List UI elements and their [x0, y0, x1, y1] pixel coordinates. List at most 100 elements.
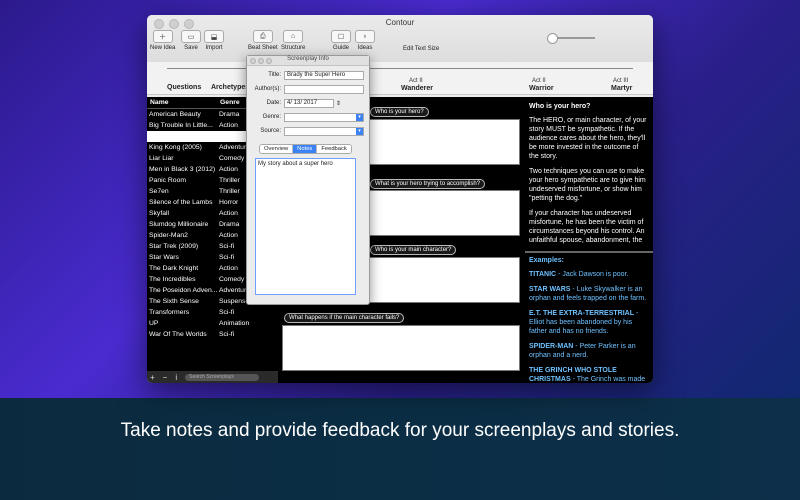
date-label: Date: [266, 100, 281, 106]
question-hero[interactable]: Who is your hero? [370, 107, 429, 117]
list-item[interactable]: UP Animation [147, 318, 278, 329]
beat-sheet-label: Beat Sheet [248, 45, 278, 51]
screenplay-name: Transformers [149, 309, 190, 316]
questions-label[interactable]: Questions [167, 84, 201, 91]
source-select[interactable]: ▾ [284, 126, 364, 136]
text-size-label: Edit Text Size [403, 46, 440, 52]
panel-minimize-button[interactable] [258, 58, 264, 64]
structure-icon: ⌂ [283, 30, 304, 43]
date-stepper-icon[interactable]: ⇕ [336, 100, 341, 107]
guide-paragraph: Two techniques you can use to make your … [529, 168, 646, 202]
tab-notes[interactable]: Notes [293, 145, 318, 153]
wanderer-label[interactable]: Wanderer [401, 85, 433, 92]
act-label: Act II [532, 78, 546, 84]
panel-close-button[interactable] [250, 58, 256, 64]
search-input[interactable]: Search Screenplays [185, 373, 260, 381]
notes-textarea[interactable]: My story about a super hero [255, 158, 356, 295]
source-label: Source: [260, 128, 281, 134]
guide-icon: ☐ [331, 30, 351, 43]
lightbulb-icon: ♁ [355, 30, 375, 43]
tab-feedback[interactable]: Feedback [317, 145, 351, 153]
list-item[interactable]: Transformers Sci-fi [147, 307, 278, 318]
add-button[interactable]: + [150, 373, 155, 382]
screenplay-name: The Incredibles [149, 276, 196, 283]
question-goal[interactable]: What is your hero trying to accomplish? [370, 179, 486, 189]
screenplay-name: Star Trek (2009) [149, 243, 199, 250]
examples-heading: Examples: [529, 257, 565, 264]
list-item[interactable]: War Of The Worlds Sci-fi [147, 329, 278, 340]
plus-icon: ＋ [152, 30, 173, 43]
screenplay-name: Star Wars [149, 254, 179, 261]
martyr-label[interactable]: Martyr [611, 85, 632, 92]
authors-label: Author(s): [254, 86, 281, 92]
guide-pane: Who is your hero? The HERO, or main char… [525, 97, 653, 383]
beat-sheet-button[interactable]: ⎙ Beat Sheet [248, 30, 278, 51]
guide-label: Guide [332, 45, 349, 51]
screenplay-name: Brady the Super Hero [149, 133, 215, 140]
screenplay-name: Big Trouble In Little... [149, 122, 213, 129]
info-button[interactable]: i [175, 373, 177, 382]
authors-field[interactable] [284, 84, 364, 94]
panel-title: Screenplay Info [287, 56, 329, 62]
screenplay-name: The Sixth Sense [149, 298, 199, 305]
import-icon: ⬓ [204, 30, 224, 43]
genre-column-header[interactable]: Genre [217, 97, 240, 108]
main-window: Contour ＋ New Idea ▭ Save ⬓ Import ⎙ Bea… [147, 15, 653, 383]
panel-zoom-button[interactable] [266, 58, 272, 64]
screenplay-genre: Sci-fi [219, 331, 235, 338]
screenplay-info-panel: Screenplay Info Title: Brady the Super H… [246, 55, 370, 305]
example-item: E.T. THE EXTRA-TERRESTRIAL - Elliot has … [525, 309, 653, 336]
answer-box[interactable] [282, 325, 520, 371]
save-label: Save [184, 45, 198, 51]
ideas-button[interactable]: ♁ Ideas [355, 30, 375, 51]
ideas-label: Ideas [357, 45, 373, 51]
guide-heading: Who is your hero? [529, 103, 591, 110]
example-text: - Jack Dawson is poor. [556, 271, 629, 278]
genre-select[interactable]: ▾ [284, 112, 364, 122]
list-footer: + − i Search Screenplays [147, 371, 281, 383]
chevron-down-icon: ▾ [356, 127, 363, 135]
printer-icon: ⎙ [252, 30, 273, 43]
structure-ruler[interactable] [167, 68, 633, 74]
guide-paragraph: The HERO, or main character, of your sto… [529, 117, 647, 160]
new-idea-button[interactable]: ＋ New Idea [150, 30, 175, 51]
date-field[interactable]: 4/ 13/ 2017 [284, 98, 334, 108]
tab-overview[interactable]: Overview [260, 145, 294, 153]
text-size-slider[interactable] [547, 33, 558, 44]
screenplay-name: American Beauty [149, 111, 201, 118]
guide-divider[interactable] [525, 251, 653, 253]
genre-label: Genre: [262, 114, 281, 120]
screenplay-name: Liar Liar [149, 155, 174, 162]
question-failure[interactable]: What happens if the main character fails… [284, 313, 405, 323]
example-item: THE GRINCH WHO STOLE CHRISTMAS - The Gri… [525, 366, 653, 383]
panel-titlebar: Screenplay Info [247, 56, 369, 66]
question-main-character[interactable]: Who is your main character? [370, 245, 457, 255]
save-button[interactable]: ▭ Save [181, 30, 201, 51]
import-button[interactable]: ⬓ Import [204, 30, 224, 51]
example-item: STAR WARS - Luke Skywalker is an orphan … [525, 285, 653, 303]
title-field[interactable]: Brady the Super Hero [284, 70, 364, 80]
screenplay-name: Slumdog Millionaire [149, 221, 209, 228]
example-item: TITANIC - Jack Dawson is poor. [525, 270, 653, 279]
warrior-label[interactable]: Warrior [529, 85, 554, 92]
archetypes-label[interactable]: Archetypes [211, 84, 249, 91]
screenplay-name: Panic Room [149, 177, 187, 184]
remove-button[interactable]: − [163, 373, 168, 382]
screenplay-name: War Of The Worlds [149, 331, 207, 338]
screenplay-name: UP [149, 320, 159, 327]
save-icon: ▭ [181, 30, 201, 43]
guide-paragraph: If your character has undeserved misfort… [529, 210, 645, 244]
caption-band [0, 398, 800, 500]
marketing-caption: Take notes and provide feedback for your… [120, 420, 680, 441]
name-column-header[interactable]: Name [147, 97, 217, 108]
screenplay-name: Men in Black 3 (2012) [149, 166, 216, 173]
examples-list: TITANIC - Jack Dawson is poor. STAR WARS … [525, 270, 653, 383]
new-idea-label: New Idea [150, 45, 176, 51]
example-item: SPIDER-MAN - Peter Parker is an orphan a… [525, 342, 653, 360]
structure-button[interactable]: ⌂ Structure [281, 30, 305, 51]
guide-button[interactable]: ☐ Guide [331, 30, 351, 51]
chevron-down-icon: ▾ [356, 113, 363, 121]
screenplay-name: The Dark Knight [149, 265, 199, 272]
screenplay-name: Spider-Man2 [149, 232, 188, 239]
screenplay-name: Skyfall [149, 210, 170, 217]
